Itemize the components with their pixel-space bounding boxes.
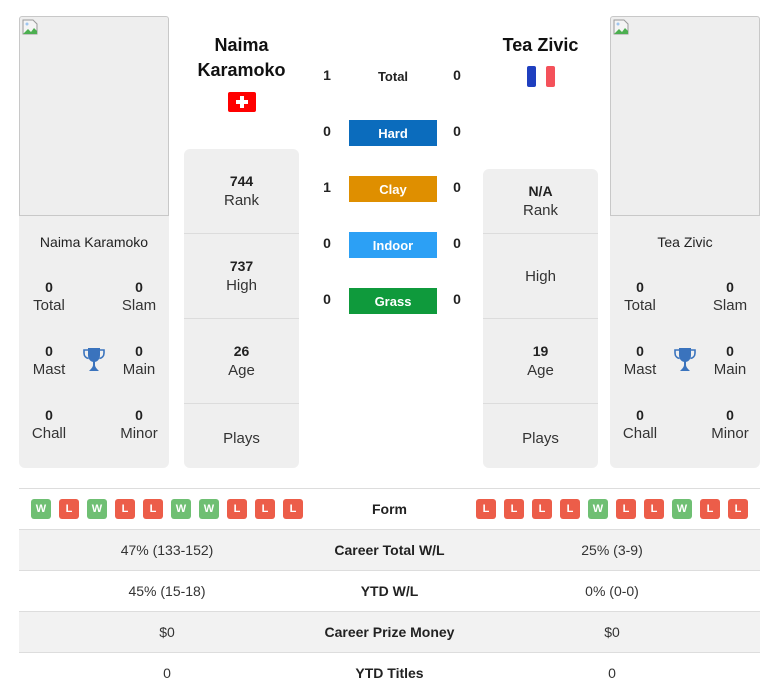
form-loss-badge[interactable]: L — [560, 499, 580, 519]
player1-titles-card: Naima Karamoko 0 Total 0 Slam 0 Mast 0 M… — [19, 216, 169, 468]
player1-titles-mast: 0 Mast — [32, 343, 66, 378]
player2-career-total-wl: 25% (3-9) — [581, 542, 643, 558]
ytd-titles-row: 0 YTD Titles 0 — [19, 652, 760, 693]
career-total-wl-label: Career Total W/L — [334, 542, 445, 558]
form-loss-badge[interactable]: L — [504, 499, 524, 519]
player2-titles-slam: 0 Slam — [712, 279, 748, 314]
player1-ytd-titles: 0 — [163, 665, 171, 681]
player1-high: 737 High — [184, 234, 299, 319]
form-win-badge[interactable]: W — [171, 499, 191, 519]
h2h-total-p1: 1 — [323, 67, 331, 83]
broken-image-icon — [22, 19, 38, 35]
player1-rank: 744 Rank — [184, 149, 299, 234]
player1-form: WLWLLWWLLL — [19, 499, 315, 519]
h2h-total-label: Total — [377, 69, 409, 84]
player2-card-name: Tea Zivic — [657, 234, 713, 250]
form-loss-badge[interactable]: L — [227, 499, 247, 519]
h2h-indoor-p1: 0 — [323, 235, 331, 251]
form-row: WLWLLWWLLL Form LLLLWLLWLL — [19, 488, 760, 529]
h2h-clay-p2: 0 — [453, 179, 461, 195]
form-loss-badge[interactable]: L — [476, 499, 496, 519]
form-win-badge[interactable]: W — [31, 499, 51, 519]
surface-clay-badge: Clay — [349, 176, 437, 202]
switzerland-flag-icon — [228, 92, 256, 112]
form-win-badge[interactable]: W — [87, 499, 107, 519]
player2-titles-total: 0 Total — [624, 279, 656, 314]
form-loss-badge[interactable]: L — [644, 499, 664, 519]
h2h-total-p2: 0 — [453, 67, 461, 83]
player1-age: 26 Age — [184, 319, 299, 404]
player1-stats-card: 744 Rank 737 High 26 Age Plays — [184, 149, 299, 468]
player2-photo — [610, 16, 760, 216]
trophy-icon — [83, 348, 105, 371]
broken-image-icon — [613, 19, 629, 35]
ytd-wl-label: YTD W/L — [360, 583, 419, 599]
player1-card-name: Naima Karamoko — [39, 234, 149, 250]
h2h-hard-p1: 0 — [323, 123, 331, 139]
form-loss-badge[interactable]: L — [532, 499, 552, 519]
ytd-wl-row: 45% (15-18) YTD W/L 0% (0-0) — [19, 570, 760, 611]
player2-titles-card: Tea Zivic 0 Total 0 Slam 0 Mast 0 Main 0… — [610, 216, 760, 468]
h2h-grass-p2: 0 — [453, 291, 461, 307]
career-total-wl-row: 47% (133-152) Career Total W/L 25% (3-9) — [19, 529, 760, 570]
form-loss-badge[interactable]: L — [283, 499, 303, 519]
player1-titles-main: 0 Main — [122, 343, 156, 378]
h2h-hard-p2: 0 — [453, 123, 461, 139]
player2-age: 19 Age — [483, 319, 598, 404]
player2-titles-chall: 0 Chall — [622, 407, 658, 442]
player2-rank: N/A Rank — [483, 169, 598, 234]
surface-hard-badge: Hard — [349, 120, 437, 146]
player2-titles-main: 0 Main — [713, 343, 747, 378]
player2-ytd-titles: 0 — [608, 665, 616, 681]
form-loss-badge[interactable]: L — [728, 499, 748, 519]
player2-plays: Plays — [522, 429, 559, 447]
player2-titles-minor: 0 Minor — [711, 407, 749, 442]
player1-career-total-wl: 47% (133-152) — [120, 542, 214, 558]
player1-titles-total: 0 Total — [33, 279, 65, 314]
form-loss-badge[interactable]: L — [700, 499, 720, 519]
player1-ytd-wl: 45% (15-18) — [128, 583, 206, 599]
player2-stats-card: N/A Rank High 19 Age Plays — [483, 169, 598, 468]
player1-titles-chall: 0 Chall — [31, 407, 67, 442]
form-label: Form — [372, 501, 407, 517]
h2h-grass-p1: 0 — [323, 291, 331, 307]
player2-career-prize-money: $0 — [604, 624, 620, 640]
h2h-indoor-p2: 0 — [453, 235, 461, 251]
ytd-titles-label: YTD Titles — [355, 665, 424, 681]
player2-ytd-wl: 0% (0-0) — [585, 583, 639, 599]
form-win-badge[interactable]: W — [672, 499, 692, 519]
player1-career-prize-money: $0 — [159, 624, 175, 640]
comparison-table: WLWLLWWLLL Form LLLLWLLWLL 47% (133-152)… — [19, 488, 760, 693]
surface-indoor-badge: Indoor — [349, 232, 437, 258]
h2h-clay-p1: 1 — [323, 179, 331, 195]
form-loss-badge[interactable]: L — [616, 499, 636, 519]
player2-name[interactable]: Tea Zivic — [483, 33, 598, 58]
player2-titles-mast: 0 Mast — [623, 343, 657, 378]
france-flag-icon — [527, 66, 555, 87]
form-loss-badge[interactable]: L — [59, 499, 79, 519]
player2-high: High — [483, 234, 598, 319]
form-loss-badge[interactable]: L — [143, 499, 163, 519]
career-prize-money-label: Career Prize Money — [324, 624, 455, 640]
trophy-icon — [674, 348, 696, 371]
player2-form: LLLLWLLWLL — [464, 499, 760, 519]
form-loss-badge[interactable]: L — [255, 499, 275, 519]
form-win-badge[interactable]: W — [199, 499, 219, 519]
player1-titles-slam: 0 Slam — [121, 279, 157, 314]
form-loss-badge[interactable]: L — [115, 499, 135, 519]
surface-grass-badge: Grass — [349, 288, 437, 314]
form-win-badge[interactable]: W — [588, 499, 608, 519]
player1-titles-minor: 0 Minor — [120, 407, 158, 442]
player1-photo — [19, 16, 169, 216]
player1-name[interactable]: Naima Karamoko — [184, 33, 299, 83]
player1-plays: Plays — [223, 429, 260, 447]
career-prize-money-row: $0 Career Prize Money $0 — [19, 611, 760, 652]
